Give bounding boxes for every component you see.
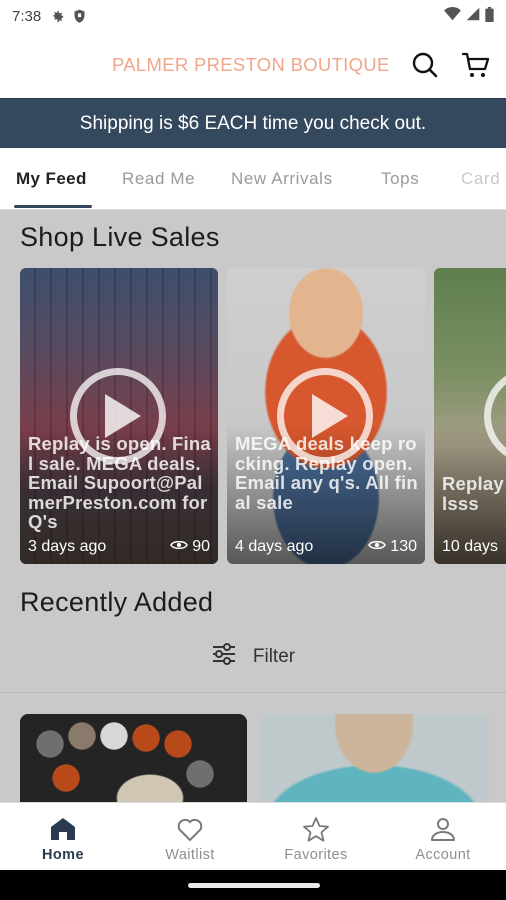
sale-description: MEGA deals keep rocking. Replay open. Em…: [235, 433, 418, 513]
nav-waitlist-label: Waitlist: [165, 847, 215, 863]
signal-icon: [466, 7, 480, 25]
section-title-live-sales: Shop Live Sales: [20, 222, 220, 252]
live-sale-card[interactable]: Replay on deals dealsss 10 days: [434, 268, 506, 564]
sliders-icon: [211, 643, 237, 671]
app-header: PALMER PRESTON BOUTIQUE: [0, 32, 506, 98]
nav-home-label: Home: [42, 847, 84, 863]
cart-icon[interactable]: [460, 49, 492, 81]
brand-title[interactable]: PALMER PRESTON BOUTIQUE: [112, 54, 390, 76]
home-icon: [50, 815, 76, 843]
tab-read-me[interactable]: Read Me: [122, 169, 195, 189]
divider: [0, 692, 506, 693]
filter-button[interactable]: Filter: [0, 642, 506, 672]
status-time: 7:38: [12, 7, 42, 25]
tab-tops[interactable]: Tops: [381, 169, 419, 189]
battery-icon: [485, 6, 494, 26]
live-sale-card[interactable]: Replay is open. Final sale. MEGA deals. …: [20, 268, 218, 564]
nav-favorites[interactable]: Favorites: [253, 803, 379, 871]
nav-account[interactable]: Account: [380, 803, 506, 871]
sale-description: Replay is open. Final sale. MEGA deals. …: [28, 433, 211, 532]
tab-new-arrivals[interactable]: New Arrivals: [231, 169, 333, 189]
status-bar: 7:38: [0, 0, 506, 32]
product-thumbnail[interactable]: [260, 714, 489, 802]
feed-content: Shop Live Sales Replay is open. Final sa…: [0, 210, 506, 802]
active-tab-indicator: [14, 205, 92, 208]
system-navigation-bar: [0, 870, 506, 900]
eye-icon: [368, 538, 387, 556]
nav-home[interactable]: Home: [0, 803, 126, 871]
sale-age: 3 days ago: [28, 538, 107, 555]
eye-icon: [170, 538, 189, 556]
search-icon[interactable]: [409, 49, 441, 81]
tab-card[interactable]: Card: [461, 169, 500, 189]
view-count: 90: [192, 538, 210, 555]
settings-icon: [49, 8, 65, 24]
section-title-recently-added: Recently Added: [20, 587, 214, 617]
sale-age: 4 days ago: [235, 538, 314, 555]
live-sales-carousel[interactable]: Replay is open. Final sale. MEGA deals. …: [20, 268, 506, 564]
live-sale-card[interactable]: MEGA deals keep rocking. Replay open. Em…: [227, 268, 425, 564]
bottom-navigation: Home Waitlist Favorites Account: [0, 802, 506, 870]
star-icon: [302, 815, 330, 843]
tab-my-feed[interactable]: My Feed: [16, 169, 87, 189]
sale-description: Replay on deals dealsss: [442, 473, 506, 514]
shipping-banner-text: Shipping is $6 EACH time you check out.: [79, 112, 427, 134]
category-tabs: My Feed Read Me New Arrivals Tops Card: [0, 148, 506, 210]
nav-favorites-label: Favorites: [284, 847, 348, 863]
shield-icon: [71, 8, 87, 24]
shipping-banner: Shipping is $6 EACH time you check out.: [0, 98, 506, 148]
nav-waitlist[interactable]: Waitlist: [127, 803, 253, 871]
view-count: 130: [390, 538, 417, 555]
heart-icon: [176, 815, 204, 843]
home-gesture-handle[interactable]: [188, 883, 320, 888]
filter-label: Filter: [252, 646, 296, 667]
nav-account-label: Account: [415, 847, 471, 863]
product-thumbnail[interactable]: [20, 714, 247, 802]
wifi-icon: [444, 7, 461, 25]
sale-age: 10 days: [442, 538, 499, 555]
person-icon: [430, 815, 456, 843]
